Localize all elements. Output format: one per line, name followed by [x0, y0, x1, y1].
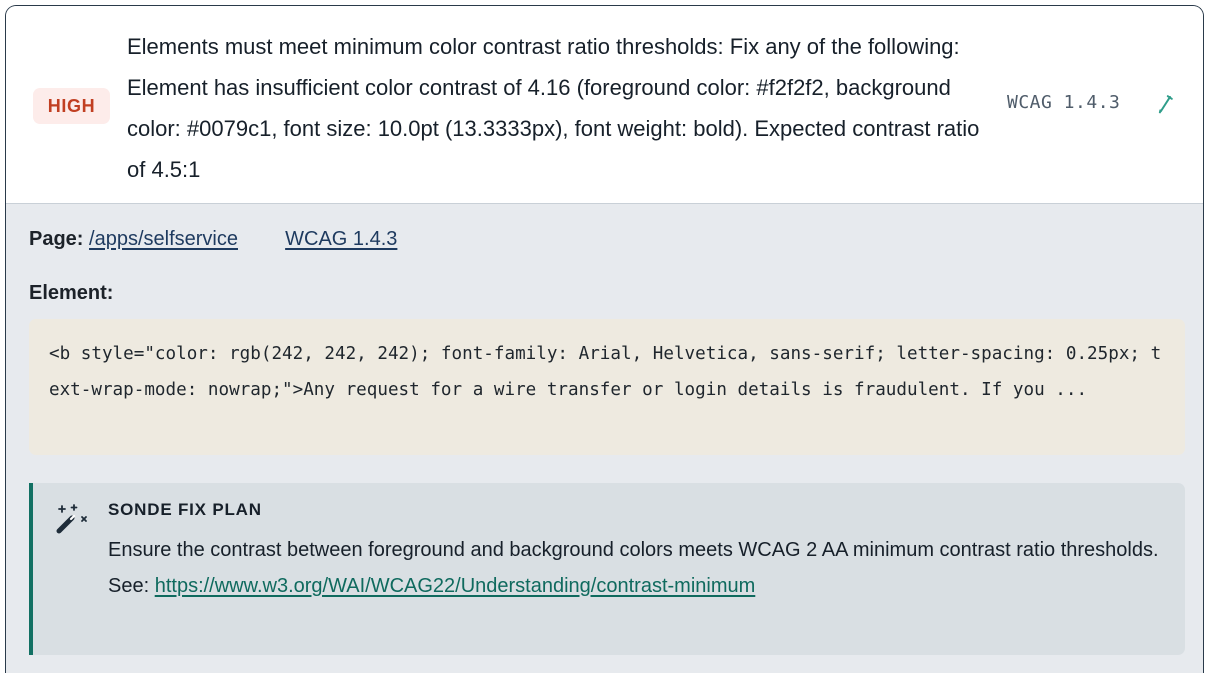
wcag-link[interactable]: WCAG 1.4.3: [285, 228, 397, 250]
element-code-snippet: <b style="color: rgb(242, 242, 242); fon…: [29, 319, 1185, 455]
page-link[interactable]: /apps/selfservice: [89, 228, 238, 250]
wcag-criterion-tag: WCAG 1.4.3: [1007, 92, 1121, 113]
element-label: Element:: [29, 282, 114, 304]
page-info-row: Page: /apps/selfservice WCAG 1.4.3: [29, 224, 397, 254]
issue-card: HIGH Elements must meet minimum color co…: [5, 5, 1204, 673]
fix-plan-title: SONDE FIX PLAN: [108, 500, 262, 519]
fix-plan-link[interactable]: https://www.w3.org/WAI/WCAG22/Understand…: [155, 575, 756, 597]
fix-plan-panel: SONDE FIX PLAN Ensure the contrast betwe…: [29, 483, 1185, 655]
issue-header[interactable]: HIGH Elements must meet minimum color co…: [6, 6, 1203, 204]
magic-wand-icon: [56, 504, 87, 534]
severity-badge: HIGH: [33, 88, 110, 124]
page-label: Page:: [29, 228, 84, 250]
fix-plan-text: Ensure the contrast between foreground a…: [108, 533, 1168, 604]
issue-message: Elements must meet minimum color contras…: [127, 34, 980, 182]
pencil-icon[interactable]: [1155, 92, 1175, 114]
